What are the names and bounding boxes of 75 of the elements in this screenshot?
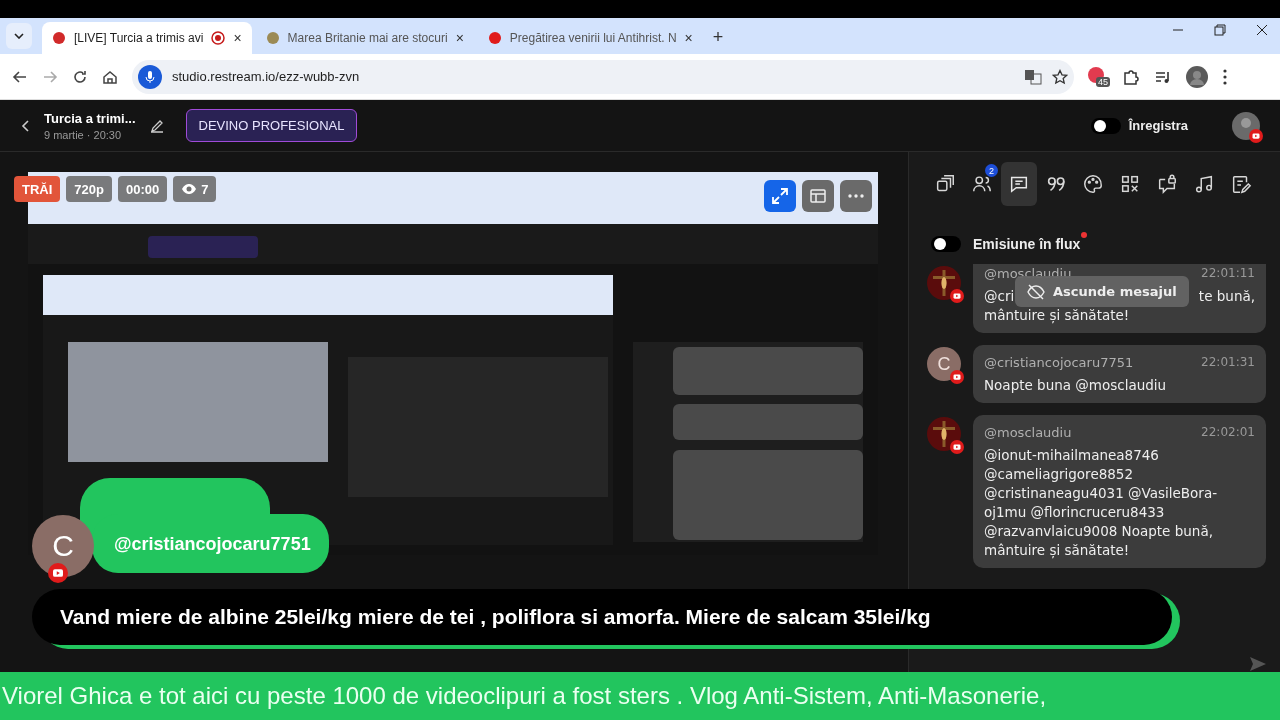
stream-toggle-label: Emisiune în flux <box>973 236 1081 252</box>
tab-list-button[interactable] <box>6 23 32 49</box>
hidden-eye-icon[interactable] <box>1027 283 1045 300</box>
more-icon[interactable] <box>847 194 865 198</box>
send-icon[interactable] <box>1248 654 1268 674</box>
stream-info-badge: 720p <box>66 176 112 202</box>
viewer-count: 7 <box>173 176 217 202</box>
close-tab-icon[interactable]: × <box>455 30 464 46</box>
chat-lock-icon[interactable] <box>1156 173 1178 195</box>
chat-username: @mosclaudiu <box>984 424 1072 442</box>
news-ticker: Viorel Ghica e tot aici cu peste 1000 de videoclipuri a fost sters . Vlog Anti-Sistem, Anti-Masonerie, <box>0 672 1280 720</box>
live-badge: TRĂI <box>14 176 61 202</box>
close-icon[interactable] <box>1256 24 1268 36</box>
chat-text: @cri <box>984 287 1015 306</box>
fullscreen-button[interactable] <box>764 180 796 212</box>
chat-text: Noapte buna @mosclaudiu <box>984 376 1168 395</box>
youtube-badge-icon <box>48 563 68 583</box>
chat-text: @ionut-mihailmanea8746 @cameliagrigore8852 @cristinaneagu4031 @VasileBora-oj1mu @florincruceru8433 @razvanvlaicu9008 Noapte bună, mântuire și sănătate! <box>984 446 1219 560</box>
site-icon <box>265 31 280 45</box>
reload-icon[interactable] <box>72 68 88 85</box>
browser-tab[interactable]: Marea Britanie mai are stocuri × <box>255 22 474 54</box>
address-bar[interactable]: studio.restream.io/ezz-wubb-zvn <box>132 59 1074 94</box>
translate-icon[interactable] <box>1024 68 1042 85</box>
youtube-badge-icon <box>950 440 964 454</box>
chat-message[interactable]: @cristiancojocaru7751 22:01:31 Noapte buna @mosclaudiu <box>973 345 1266 403</box>
new-tab-button[interactable]: + <box>712 27 724 48</box>
layout-icon[interactable] <box>809 187 827 205</box>
restore-icon[interactable] <box>1214 24 1226 36</box>
count-badge: 2 <box>985 164 998 177</box>
star-icon[interactable] <box>1052 68 1068 85</box>
panel-tab[interactable] <box>1001 162 1037 206</box>
chevron-down-icon[interactable] <box>14 33 24 39</box>
chat-username: @cristiancojocaru7751 <box>984 354 1134 372</box>
youtube-badge-icon <box>1249 128 1263 143</box>
eye-icon <box>181 183 198 195</box>
youtube-badge-icon <box>950 289 964 303</box>
close-tab-icon[interactable]: × <box>684 30 693 46</box>
chat-time: 22:01:11 <box>1201 265 1255 282</box>
puzzle-icon[interactable] <box>1122 67 1140 86</box>
palette-icon[interactable] <box>1082 173 1104 195</box>
home-icon[interactable] <box>102 68 118 85</box>
microphone-icon[interactable] <box>145 69 155 84</box>
site-icon <box>52 31 66 45</box>
record-label: Înregistra <box>1128 118 1188 133</box>
profile-avatar-icon[interactable] <box>1186 65 1208 88</box>
menu-icon[interactable] <box>1222 67 1228 86</box>
music-note-icon[interactable] <box>1193 173 1215 195</box>
expand-icon[interactable] <box>771 187 789 205</box>
layout-button[interactable] <box>802 180 834 212</box>
chat-text: te bună, <box>1198 287 1255 306</box>
stream-info-badge: 00:00 <box>118 176 168 202</box>
site-icon <box>487 31 502 45</box>
upgrade-button[interactable]: DEVINO PROFESIONAL <box>185 109 358 142</box>
back-icon[interactable] <box>20 118 30 133</box>
stream-date: 9 martie · 20:30 <box>44 128 123 141</box>
close-tab-icon[interactable]: × <box>233 30 242 46</box>
stream-toggle[interactable] <box>931 236 961 252</box>
panel-tab[interactable]: 2 <box>964 162 1000 206</box>
pencil-icon[interactable] <box>149 118 164 133</box>
chat-message[interactable]: @mosclaudiu 22:01:11 @cri Ascunde mesajul te bună, mântuire și sănătate! <box>973 264 1266 333</box>
comment-username: @cristiancojocaru7751 <box>92 514 329 573</box>
chat-time: 22:02:01 <box>1201 424 1255 441</box>
record-toggle[interactable] <box>1090 117 1121 134</box>
back-icon[interactable] <box>12 68 28 85</box>
browser-tab[interactable]: [LIVE] Turcia a trimis avi × <box>42 22 252 54</box>
chat-message[interactable]: @mosclaudiu 22:02:01 @ionut-mihailmanea8746 @cameliagrigore8852 @cristinaneagu4031 @VasileBora-oj1mu @florincruceru8433 @razvanvlaicu9008 Noapte bună, mântuire și sănătate! <box>973 415 1266 568</box>
grid-icon[interactable] <box>1119 173 1141 195</box>
avatar: C <box>927 347 961 381</box>
youtube-badge-icon <box>950 370 964 384</box>
more-button[interactable] <box>840 180 872 212</box>
chat-text: mântuire și sănătate! <box>984 306 1131 325</box>
note-edit-icon[interactable] <box>1230 173 1252 195</box>
browser-tab[interactable]: Pregătirea venirii lui Antihrist. N × <box>477 22 703 54</box>
chat-time: 22:01:31 <box>1201 354 1255 371</box>
stream-title: Turcia a trimi... <box>44 110 136 126</box>
